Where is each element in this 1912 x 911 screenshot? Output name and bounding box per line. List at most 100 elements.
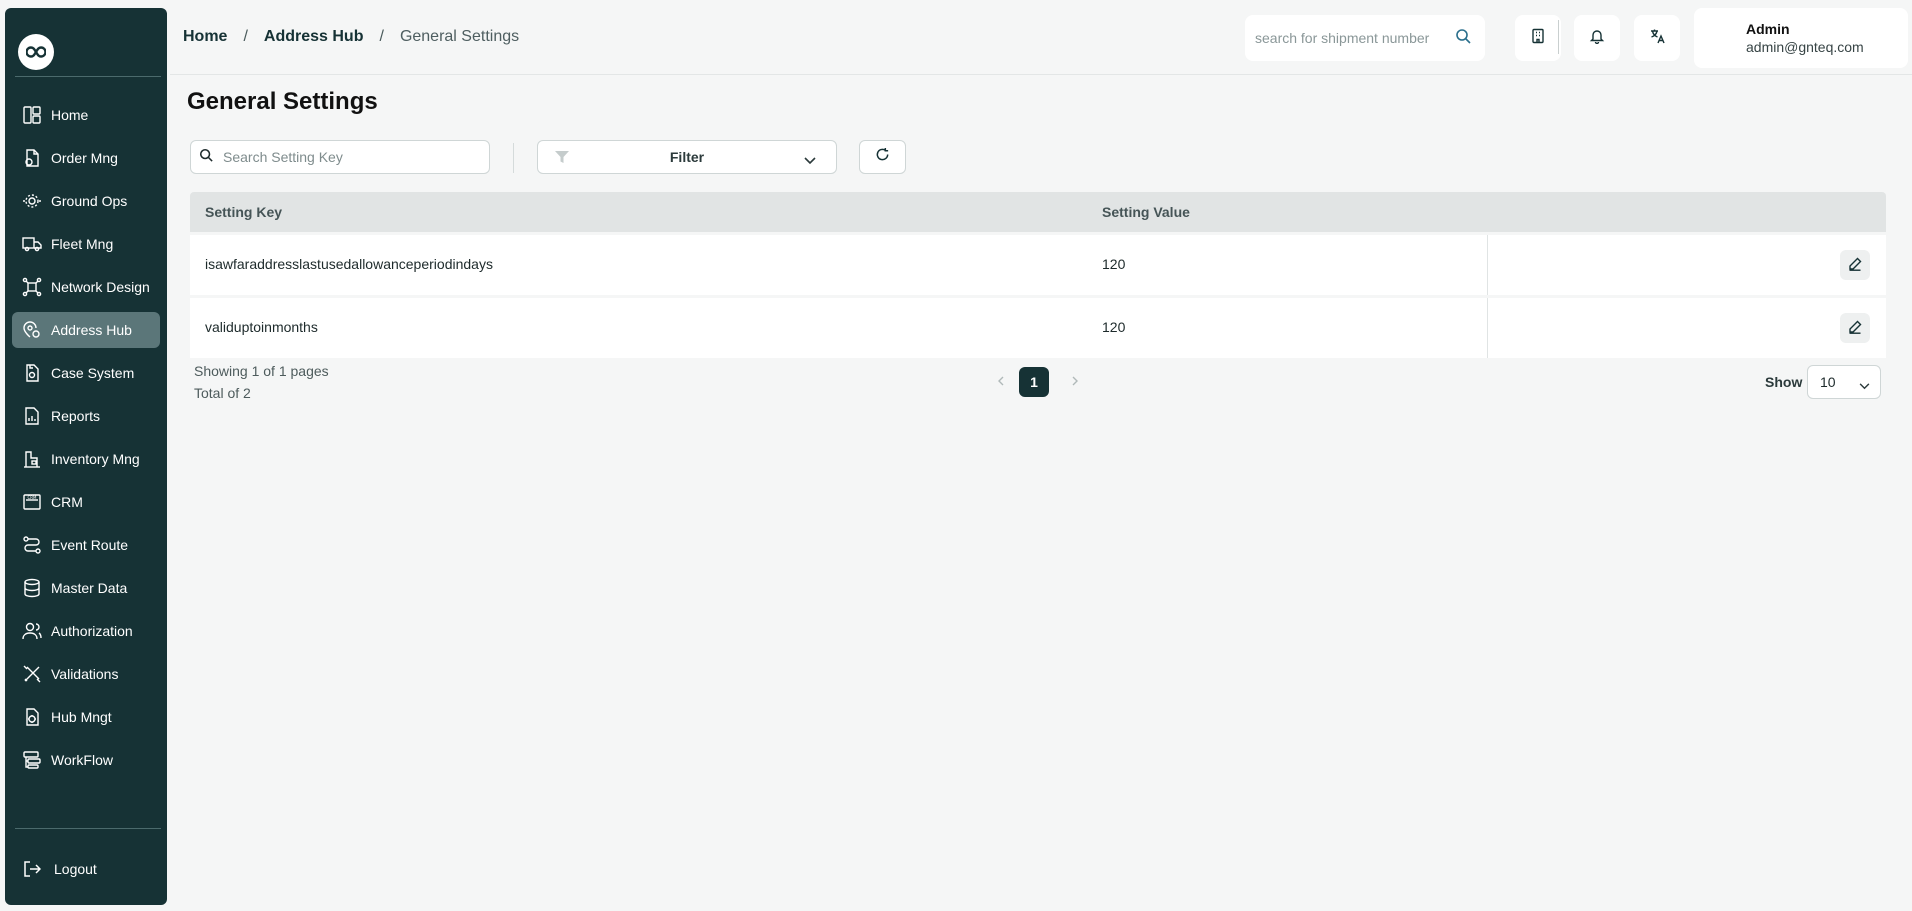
sidebar-item-master-data[interactable]: Master Data [12, 570, 160, 606]
breadcrumb-address-hub[interactable]: Address Hub [264, 28, 364, 46]
sidebar-item-home[interactable]: Home [12, 97, 160, 133]
search-icon [199, 148, 213, 167]
pencil-icon [1848, 320, 1862, 337]
search-icon[interactable] [1455, 28, 1471, 49]
sidebar-item-address-hub[interactable]: Address Hub [12, 312, 160, 348]
breadcrumb: Home / Address Hub / General Settings [183, 28, 519, 46]
users-icon [20, 619, 44, 643]
inventory-icon [20, 447, 44, 471]
hub-icon [20, 705, 44, 729]
sidebar-item-workflow[interactable]: WorkFlow [12, 742, 160, 778]
setting-search [190, 140, 490, 174]
sidebar-item-label: Authorization [51, 623, 133, 639]
filter-icon [554, 150, 570, 169]
shipment-search [1245, 15, 1485, 61]
user-email: admin@gnteq.com [1746, 39, 1864, 55]
bell-icon [1589, 28, 1605, 49]
column-header-setting-value[interactable]: Setting Value [1102, 204, 1190, 220]
logout-label: Logout [54, 861, 97, 877]
sidebar-nav: Home Order Mng Ground Ops Fleet Mng Netw… [12, 97, 160, 785]
edit-button[interactable] [1840, 313, 1870, 343]
chevron-down-icon [1859, 377, 1870, 393]
crm-icon: CRM [20, 490, 44, 514]
sidebar-item-order-mng[interactable]: Order Mng [12, 140, 160, 176]
sidebar-item-fleet-mng[interactable]: Fleet Mng [12, 226, 160, 262]
sidebar-item-label: Case System [51, 365, 135, 381]
logout-icon [23, 858, 45, 880]
edit-button[interactable] [1840, 250, 1870, 280]
sidebar-item-label: Address Hub [51, 322, 132, 338]
pencil-icon [1848, 257, 1862, 274]
sidebar-item-label: Order Mng [51, 150, 118, 166]
user-profile[interactable]: Admin admin@gnteq.com [1694, 8, 1908, 68]
chevron-left-icon [997, 373, 1005, 391]
sidebar-item-hub-mngt[interactable]: Hub Mngt [12, 699, 160, 735]
sidebar-item-network-design[interactable]: Network Design [12, 269, 160, 305]
address-icon [20, 318, 44, 342]
breadcrumb-separator: / [379, 28, 384, 45]
sidebar-item-validations[interactable]: Validations [12, 656, 160, 692]
notifications-button[interactable] [1574, 15, 1620, 61]
sidebar-item-label: Fleet Mng [51, 236, 114, 252]
breadcrumb-home[interactable]: Home [183, 28, 227, 46]
header-divider [1558, 20, 1559, 54]
sidebar-item-label: Hub Mngt [51, 709, 112, 725]
page-size-label: Show [1765, 374, 1803, 390]
workflow-icon [20, 748, 44, 772]
column-header-setting-key[interactable]: Setting Key [205, 204, 282, 220]
building-button[interactable] [1515, 15, 1561, 61]
setting-value-cell: 120 [1102, 256, 1126, 272]
chevron-right-icon [1071, 373, 1079, 391]
table-row: isawfaraddresslastusedallowanceperiodind… [190, 235, 1886, 295]
page-title: General Settings [187, 88, 378, 115]
next-page-button[interactable] [1065, 372, 1085, 392]
user-name: Admin [1746, 21, 1790, 37]
sidebar-item-label: Master Data [51, 580, 128, 596]
setting-key-search-input[interactable] [223, 149, 473, 165]
previous-page-button[interactable] [991, 372, 1011, 392]
order-icon [20, 146, 44, 170]
sidebar-item-label: Event Route [51, 537, 129, 553]
toolbar-divider [513, 143, 514, 173]
top-bar: Home / Address Hub / General Settings Ad… [170, 0, 1912, 75]
sidebar-item-label: Home [51, 107, 89, 123]
sidebar-divider [15, 828, 161, 829]
logout-button[interactable]: Logout [23, 858, 97, 880]
sidebar-item-reports[interactable]: Reports [12, 398, 160, 434]
home-icon [20, 103, 44, 127]
sidebar-item-label: Validations [51, 666, 119, 682]
sidebar-item-authorization[interactable]: Authorization [12, 613, 160, 649]
sidebar-item-case-system[interactable]: Case System [12, 355, 160, 391]
sidebar-divider [15, 76, 161, 77]
setting-value-cell: 120 [1102, 319, 1126, 335]
language-button[interactable] [1634, 15, 1680, 61]
refresh-button[interactable] [859, 140, 906, 174]
page-size-select[interactable]: 10 [1807, 365, 1881, 399]
setting-key-cell: validuptoinmonths [205, 319, 318, 335]
sidebar-item-label: Ground Ops [51, 193, 128, 209]
ground-ops-icon [20, 189, 44, 213]
page-number-button[interactable]: 1 [1019, 367, 1049, 397]
setting-key-cell: isawfaraddresslastusedallowanceperiodind… [205, 256, 493, 272]
sidebar-item-ground-ops[interactable]: Ground Ops [12, 183, 160, 219]
sidebar-item-inventory-mng[interactable]: Inventory Mng [12, 441, 160, 477]
route-icon [20, 533, 44, 557]
sidebar-item-label: Inventory Mng [51, 451, 140, 467]
truck-icon [20, 232, 44, 256]
breadcrumb-current: General Settings [399, 28, 520, 45]
sidebar-item-label: Reports [51, 408, 101, 424]
sidebar-item-label: Network Design [51, 279, 150, 295]
sidebar-item-event-route[interactable]: Event Route [12, 527, 160, 563]
shipment-search-input[interactable] [1255, 30, 1455, 46]
chevron-down-icon [804, 152, 816, 170]
translate-icon [1649, 28, 1665, 49]
table-row: validuptoinmonths 120 [190, 298, 1886, 358]
pagination-showing: Showing 1 of 1 pages [194, 363, 329, 379]
case-icon [20, 361, 44, 385]
infinity-icon[interactable] [18, 34, 54, 70]
filter-dropdown[interactable]: Filter [537, 140, 837, 174]
sidebar-item-label: WorkFlow [51, 752, 113, 768]
cell-divider [1487, 298, 1488, 358]
sidebar-item-crm[interactable]: CRM CRM [12, 484, 160, 520]
validations-icon [20, 662, 44, 686]
